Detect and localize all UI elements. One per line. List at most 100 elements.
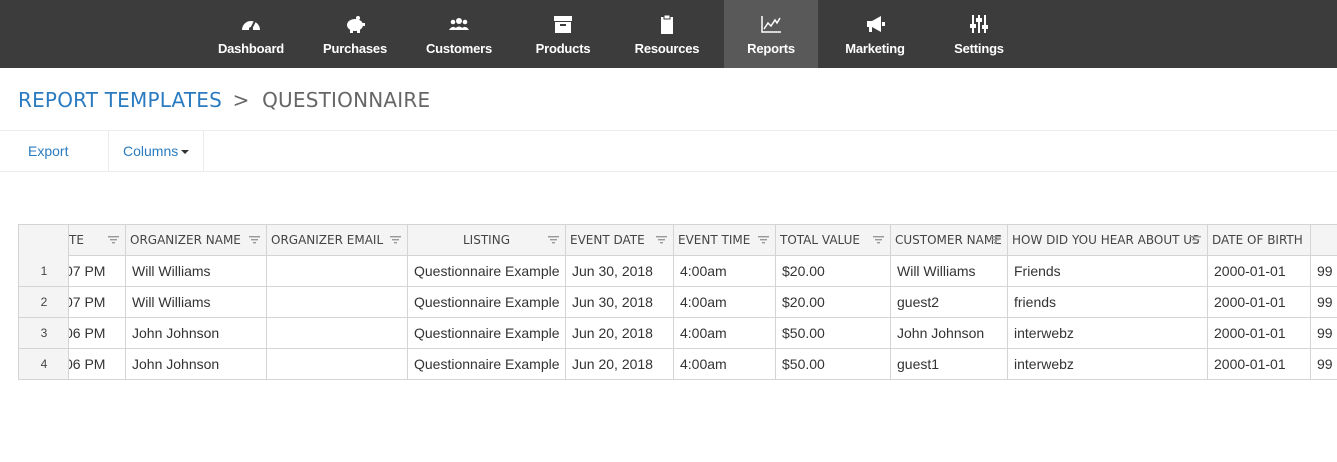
table-cell-listing[interactable]: Questionnaire Example xyxy=(408,287,566,318)
table-cell-how-did-you-hear[interactable]: interwebz xyxy=(1008,349,1208,379)
column-header-time[interactable]: TE xyxy=(69,225,126,256)
table-cell-total-value[interactable]: $50.00 xyxy=(776,349,891,379)
column-header-event-date[interactable]: EVENT DATE xyxy=(566,225,674,256)
column-header-label: CUSTOMER NAME xyxy=(895,233,1002,247)
column-header-label: DATE OF BIRTH xyxy=(1212,233,1303,247)
nav-item-customers[interactable]: Customers xyxy=(414,0,504,68)
table-cell-event-time[interactable]: 4:00am xyxy=(674,349,776,379)
page-title: QUESTIONNAIRE xyxy=(262,88,431,112)
nav-item-resources[interactable]: Resources xyxy=(622,0,712,68)
table-cell-event-date[interactable]: Jun 20, 2018 xyxy=(566,318,674,349)
column-menu-icon[interactable] xyxy=(548,236,559,244)
column-header-label: ORGANIZER NAME xyxy=(130,233,241,247)
column-header-label: LISTING xyxy=(463,233,510,247)
table-cell-extra[interactable]: 99 xyxy=(1311,287,1337,318)
table-cell-listing[interactable]: Questionnaire Example xyxy=(408,349,566,379)
column-header-event-time[interactable]: EVENT TIME xyxy=(674,225,776,256)
column-header-customer-name[interactable]: CUSTOMER NAME xyxy=(891,225,1008,256)
table-cell-event-date[interactable]: Jun 30, 2018 xyxy=(566,287,674,318)
table-cell-extra[interactable]: 99 xyxy=(1311,256,1337,287)
table-cell-organizer-email[interactable] xyxy=(267,318,408,349)
piggy-bank-icon xyxy=(347,16,365,33)
column-menu-icon[interactable] xyxy=(656,236,667,244)
column-menu-icon[interactable] xyxy=(390,236,401,244)
nav-item-settings[interactable]: Settings xyxy=(934,0,1024,68)
table-cell-time[interactable]: 07 PM xyxy=(69,256,126,287)
column-menu-icon[interactable] xyxy=(990,236,1001,244)
table-cell-event-date[interactable]: Jun 20, 2018 xyxy=(566,349,674,379)
table-cell-listing[interactable]: Questionnaire Example xyxy=(408,256,566,287)
nav-item-products[interactable]: Products xyxy=(518,0,608,68)
column-menu-icon[interactable] xyxy=(873,236,884,244)
table-cell-date-of-birth[interactable]: 2000-01-01 xyxy=(1208,287,1311,318)
users-icon xyxy=(449,18,469,30)
table-cell-customer-name[interactable]: guest1 xyxy=(891,349,1008,379)
table-cell-how-did-you-hear[interactable]: friends xyxy=(1008,287,1208,318)
table-cell-how-did-you-hear[interactable]: Friends xyxy=(1008,256,1208,287)
table-cell-extra[interactable]: 99 xyxy=(1311,318,1337,349)
row-number: 2 xyxy=(40,295,48,309)
table-cell-organizer-email[interactable] xyxy=(267,287,408,318)
table-cell-time[interactable]: 06 PM xyxy=(69,349,126,379)
row-number: 3 xyxy=(40,326,48,340)
column-header-how-did-you-hear[interactable]: HOW DID YOU HEAR ABOUT US xyxy=(1008,225,1208,256)
clipboard-icon xyxy=(661,14,673,34)
report-data-grid: TE ORGANIZER NAME ORGANIZER EMAIL LISTING EV… xyxy=(18,224,1337,380)
table-cell-listing[interactable]: Questionnaire Example xyxy=(408,318,566,349)
column-header-date-of-birth[interactable]: DATE OF BIRTH xyxy=(1208,225,1311,256)
breadcrumb-report-templates-link[interactable]: REPORT TEMPLATES xyxy=(18,88,222,112)
nav-label-products: Products xyxy=(535,41,591,56)
breadcrumb: REPORT TEMPLATES > QUESTIONNAIRE xyxy=(18,88,430,112)
column-header-organizer-name[interactable]: ORGANIZER NAME xyxy=(126,225,267,256)
export-button[interactable]: Export xyxy=(28,131,68,171)
table-cell-event-time[interactable]: 4:00am xyxy=(674,256,776,287)
column-menu-icon[interactable] xyxy=(758,236,769,244)
table-cell-total-value[interactable]: $50.00 xyxy=(776,318,891,349)
table-cell-event-time[interactable]: 4:00am xyxy=(674,318,776,349)
columns-label: Columns xyxy=(123,143,179,159)
column-menu-icon[interactable] xyxy=(108,236,119,244)
breadcrumb-separator: > xyxy=(232,88,250,112)
table-cell-event-time[interactable]: 4:00am xyxy=(674,287,776,318)
table-cell-organizer-email[interactable] xyxy=(267,256,408,287)
column-header-listing[interactable]: LISTING xyxy=(408,225,566,256)
table-cell-how-did-you-hear[interactable]: interwebz xyxy=(1008,318,1208,349)
table-cell-organizer-name[interactable]: John Johnson xyxy=(126,318,267,349)
table-cell-organizer-name[interactable]: John Johnson xyxy=(126,349,267,379)
columns-dropdown-button[interactable]: Columns xyxy=(123,131,190,171)
nav-item-marketing[interactable]: Marketing xyxy=(830,0,920,68)
table-cell-date-of-birth[interactable]: 2000-01-01 xyxy=(1208,256,1311,287)
column-header-label: EVENT DATE xyxy=(570,233,645,247)
table-cell-extra[interactable]: 99 xyxy=(1311,349,1337,379)
table-cell-customer-name[interactable]: Will Williams xyxy=(891,256,1008,287)
table-cell-organizer-email[interactable] xyxy=(267,349,408,379)
nav-label-reports: Reports xyxy=(747,41,795,56)
column-header-label: HOW DID YOU HEAR ABOUT US xyxy=(1012,233,1200,247)
nav-item-reports[interactable]: Reports xyxy=(724,0,818,68)
table-cell-organizer-name[interactable]: Will Williams xyxy=(126,287,267,318)
nav-item-dashboard[interactable]: Dashboard xyxy=(206,0,296,68)
column-header-label: EVENT TIME xyxy=(678,233,751,247)
table-cell-customer-name[interactable]: guest2 xyxy=(891,287,1008,318)
nav-label-dashboard: Dashboard xyxy=(217,41,285,56)
column-header-organizer-email[interactable]: ORGANIZER EMAIL xyxy=(267,225,408,256)
nav-label-settings: Settings xyxy=(954,41,1004,56)
column-header-label: ORGANIZER EMAIL xyxy=(271,233,384,247)
table-cell-organizer-name[interactable]: Will Williams xyxy=(126,256,267,287)
archive-box-icon xyxy=(554,16,572,33)
column-header-extra[interactable] xyxy=(1311,225,1337,256)
table-cell-total-value[interactable]: $20.00 xyxy=(776,256,891,287)
column-menu-icon[interactable] xyxy=(1190,236,1201,244)
column-header-total-value[interactable]: TOTAL VALUE xyxy=(776,225,891,256)
table-cell-date-of-birth[interactable]: 2000-01-01 xyxy=(1208,318,1311,349)
column-menu-icon[interactable] xyxy=(249,236,260,244)
row-number: 4 xyxy=(40,357,48,371)
nav-item-purchases[interactable]: Purchases xyxy=(310,0,400,68)
table-cell-customer-name[interactable]: John Johnson xyxy=(891,318,1008,349)
table-cell-total-value[interactable]: $20.00 xyxy=(776,287,891,318)
column-header-label: TOTAL VALUE xyxy=(780,233,860,247)
table-cell-time[interactable]: 07 PM xyxy=(69,287,126,318)
table-cell-time[interactable]: 06 PM xyxy=(69,318,126,349)
table-cell-date-of-birth[interactable]: 2000-01-01 xyxy=(1208,349,1311,379)
table-cell-event-date[interactable]: Jun 30, 2018 xyxy=(566,256,674,287)
